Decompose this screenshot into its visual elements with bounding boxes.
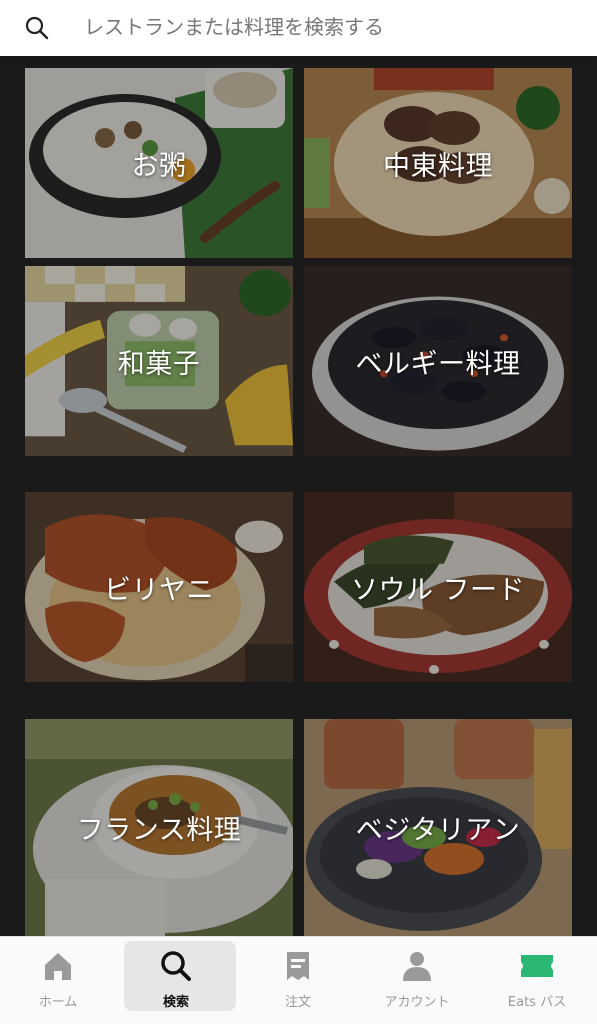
category-tile-belgian[interactable]: ベルギー料理 — [304, 266, 572, 456]
category-label: ソウル フード — [350, 574, 526, 606]
ticket-icon — [521, 955, 553, 977]
category-tile-wagashi[interactable]: 和菓子 — [25, 266, 293, 456]
category-label: ビリヤニ — [104, 574, 214, 606]
search-bar — [0, 0, 597, 56]
category-label: 中東料理 — [383, 150, 493, 182]
category-label: フランス料理 — [76, 815, 242, 846]
nav-item-eats-pass[interactable]: Eats パス — [478, 937, 596, 1024]
nav-label: Eats パス — [507, 995, 567, 1010]
account-icon — [403, 952, 431, 981]
category-label: お粥 — [131, 150, 187, 182]
search-icon — [161, 951, 191, 981]
category-tile-soul-food[interactable]: ソウル フード — [304, 492, 572, 682]
category-label: ベジタリアン — [355, 815, 521, 846]
nav-item-orders[interactable]: 注文 — [240, 937, 356, 1024]
category-label: ベルギー料理 — [355, 348, 521, 380]
category-tile-biryani[interactable]: ビリヤニ — [25, 492, 293, 682]
nav-label: 注文 — [284, 995, 311, 1010]
search-icon[interactable] — [24, 15, 50, 41]
nav-label: ホーム — [38, 995, 78, 1010]
nav-item-search[interactable]: 検索 — [118, 937, 236, 1024]
nav-item-account[interactable]: アカウント — [358, 937, 476, 1024]
category-tile-congee[interactable]: お粥 — [25, 68, 293, 258]
nav-label: 検索 — [162, 995, 189, 1010]
nav-item-home[interactable]: ホーム — [0, 937, 116, 1024]
category-tile-vegetarian[interactable]: ベジタリアン — [304, 719, 572, 936]
search-input[interactable] — [84, 10, 564, 44]
nav-label: アカウント — [384, 995, 450, 1010]
home-icon — [45, 953, 71, 980]
category-tile-middle-eastern[interactable]: 中東料理 — [304, 68, 572, 258]
category-grid: お粥 中東料理 和菓子 ベルギー料理 ビリヤニ ソウル フード フランス料理 ベ… — [0, 56, 597, 936]
receipt-icon — [287, 952, 309, 980]
bottom-nav: ホーム 検索 注文 アカウント Eats パス — [0, 936, 597, 1024]
category-label: 和菓子 — [117, 348, 201, 380]
category-tile-french[interactable]: フランス料理 — [25, 719, 293, 936]
